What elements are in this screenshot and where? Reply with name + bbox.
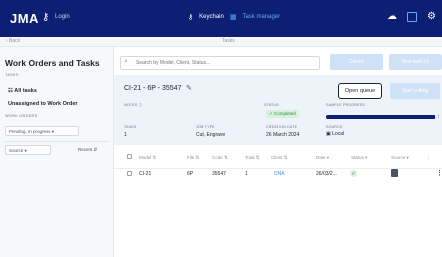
creation-date-value: 26 March 2024 — [266, 132, 300, 138]
key-icon: ⚷ — [42, 12, 50, 23]
job-type-label: JOB TYPE — [196, 125, 215, 129]
search-row: ⌕ Clients New task (0) — [114, 47, 442, 75]
divider — [5, 141, 109, 142]
status-filter-select[interactable]: Pending, In progress ▾ — [5, 126, 79, 136]
column-model[interactable]: Model ⇅ — [139, 155, 156, 161]
status-label: STATUS — [264, 103, 279, 107]
tablet-icon[interactable] — [407, 11, 418, 22]
login-link[interactable]: Login — [55, 14, 70, 20]
edit-icon[interactable]: ✎ — [186, 84, 192, 92]
sidebar-item-all-tasks[interactable]: ☷ All tasks — [8, 88, 37, 94]
column-code[interactable]: Code ⇅ — [212, 155, 228, 161]
jma-logo: JMA — [10, 11, 39, 26]
creation-date-label: CREATION DATE — [266, 125, 298, 129]
top-right-actions: ☁ ⚙ — [387, 11, 436, 22]
grid-icon: ▦ — [229, 14, 237, 21]
back-button[interactable]: ‹ Back — [6, 38, 20, 44]
open-queue-button[interactable]: Open queue — [338, 83, 382, 99]
search-icon: ⌕ — [124, 58, 128, 65]
cell-client-link[interactable]: DNA — [274, 171, 285, 177]
tasks-heading: TASKS — [5, 73, 19, 77]
select-all-checkbox[interactable] — [127, 154, 132, 159]
local-source-icon — [391, 169, 398, 177]
work-order-title: CI-21 - 6P - 35547 — [124, 85, 182, 92]
progress-bar — [326, 115, 436, 119]
table-header: Model ⇅ File ⇅ Code ⇅ Total ⇅ Client ⇅ D… — [114, 145, 442, 169]
tasks-label: TASKS — [124, 125, 137, 129]
top-navigation: ⚷ Keychain ▦ Task manager — [188, 13, 280, 21]
sidebar-item-label: All tasks — [14, 88, 37, 94]
source-value: ▣ Local — [326, 131, 345, 137]
new-task-button[interactable]: New task (0) — [389, 54, 442, 70]
column-source[interactable]: Source ▾ — [391, 155, 409, 161]
status-badge: ✓ Completed — [266, 110, 299, 118]
sub-bar: ‹ Back Tasks — [0, 37, 442, 47]
row-checkbox[interactable] — [127, 171, 132, 176]
completed-check-icon: ✓ — [350, 170, 357, 177]
sidebar-title: Work Orders and Tasks — [5, 58, 100, 68]
column-client[interactable]: Client ⇅ — [271, 155, 288, 161]
row-menu-icon[interactable]: ⋮ — [436, 169, 442, 177]
progress-label: SAMPLE PROGRESS — [326, 103, 365, 107]
work-order-detail: CI-21 - 6P - 35547 ✎ NOTES ▢ STATUS ✓ Co… — [114, 75, 442, 145]
source-filter-select[interactable]: Source ▾ — [5, 145, 51, 155]
column-date[interactable]: Date ▾ — [316, 155, 329, 161]
cell-code: 35547 — [212, 171, 226, 177]
progress-end-marker: | — [438, 113, 440, 118]
cell-total: 1 — [245, 171, 248, 177]
column-status[interactable]: Status ▾ — [351, 155, 367, 161]
nav-task-manager[interactable]: Task manager — [242, 14, 280, 20]
table-row[interactable]: CI-21 6P 35547 1 DNA 26/03/2... ✓ ⋮ — [114, 169, 442, 183]
keychain-icon: ⚷ — [188, 14, 194, 21]
source-label: SOURCE — [326, 125, 343, 129]
notes-icon: ▢ — [138, 103, 143, 107]
tasks-value: 1 — [124, 132, 127, 138]
work-orders-heading: WORK ORDERS — [5, 114, 38, 118]
clients-button[interactable]: Clients — [330, 54, 383, 70]
sidebar-item-unassigned[interactable]: Unassigned to Work Order — [8, 101, 78, 107]
cloud-icon[interactable]: ☁ — [387, 11, 397, 22]
column-total[interactable]: Total ⇅ — [245, 155, 260, 161]
settings-icon[interactable]: ⚙ — [427, 11, 436, 22]
sidebar: Work Orders and Tasks TASKS ☷ All tasks … — [0, 47, 114, 257]
page-title: Tasks — [222, 38, 235, 44]
top-bar: JMA ⚷ Login ⚷ Keychain ▦ Task manager ☁ … — [0, 0, 442, 37]
column-file[interactable]: File ⇅ — [187, 155, 199, 161]
nav-keychain[interactable]: Keychain — [199, 14, 224, 20]
progress-bar-fill — [326, 115, 435, 119]
notes-label[interactable]: NOTES ▢ — [124, 103, 142, 107]
cell-file: 6P — [187, 171, 194, 177]
cell-date: 26/03/2... — [316, 171, 337, 177]
start-cutting-button[interactable]: Start cutting — [390, 83, 440, 99]
cell-model: CI-21 — [139, 171, 152, 177]
column-more: ⋮ — [426, 155, 431, 160]
recent-sort[interactable]: Recent ⇵ — [78, 147, 97, 153]
job-type-value: Cut, Engrave — [196, 132, 226, 138]
search-input[interactable] — [120, 56, 320, 70]
